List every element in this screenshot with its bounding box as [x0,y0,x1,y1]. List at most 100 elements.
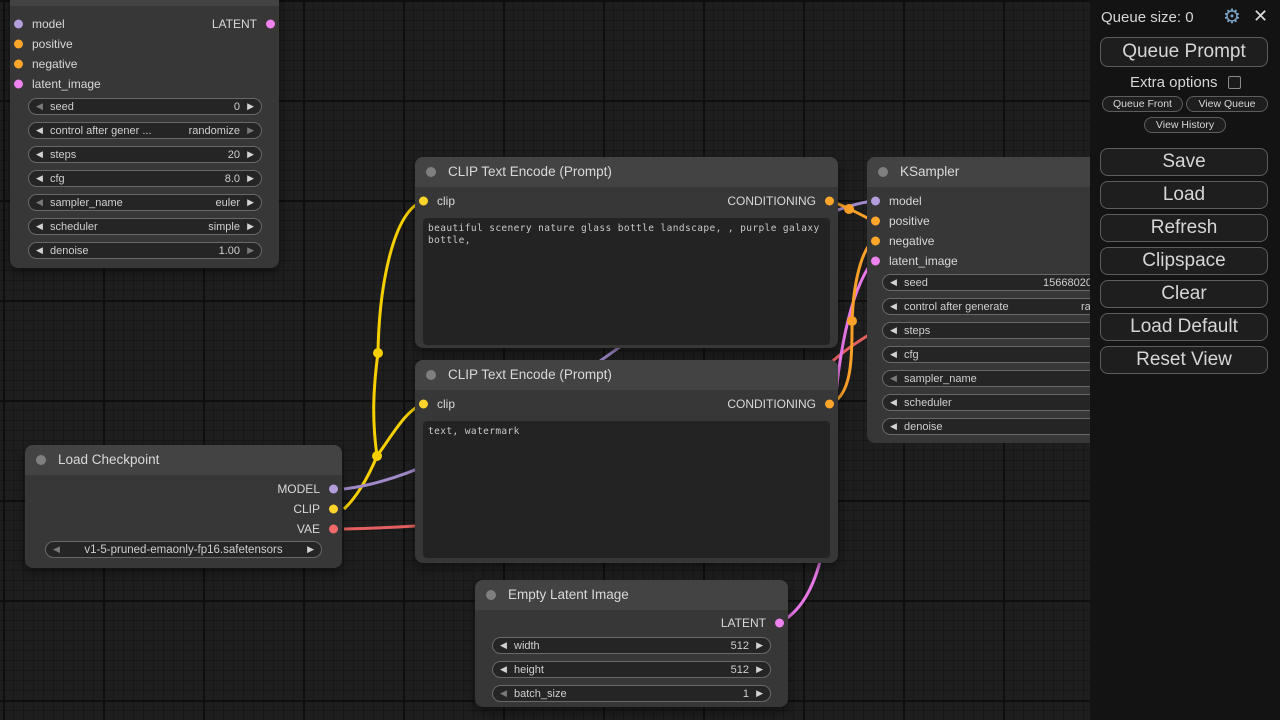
model-output-port[interactable] [329,485,338,494]
clip-output-port[interactable] [329,505,338,514]
scheduler-widget[interactable]: ◀schedulernormal▶ [882,394,1090,411]
decrement-arrow-icon[interactable]: ◀ [890,299,897,314]
node-title-bar[interactable]: CLIP Text Encode (Prompt) [415,360,838,390]
increment-arrow-icon[interactable]: ▶ [247,243,254,258]
positive-input-port[interactable] [871,217,880,226]
widget-label: height [514,662,544,678]
decrement-arrow-icon[interactable]: ◀ [36,219,43,234]
reset-view-button[interactable]: Reset View [1100,346,1268,374]
collapse-dot-icon[interactable] [486,590,496,600]
view-queue-button[interactable]: View Queue [1186,96,1268,112]
combo-widget[interactable]: ◀v1-5-pruned-emaonly-fp16.safetensors▶ [45,541,322,558]
output-label: CLIP [293,499,320,519]
node-title-bar[interactable]: KSampler [10,0,279,6]
graph-canvas[interactable]: KSamplermodelLATENTpositivenegativelaten… [0,0,1280,720]
clip-input-port[interactable] [419,197,428,206]
collapse-dot-icon[interactable] [426,370,436,380]
view-history-button[interactable]: View History [1144,117,1226,133]
collapse-dot-icon[interactable] [36,455,46,465]
width-widget[interactable]: ◀width512▶ [492,637,771,654]
decrement-arrow-icon[interactable]: ◀ [36,123,43,138]
cfg-widget[interactable]: ◀cfg8.0▶ [28,170,262,187]
increment-arrow-icon[interactable]: ▶ [247,219,254,234]
prompt-text-area[interactable]: text, watermark [423,421,830,558]
decrement-arrow-icon[interactable]: ◀ [36,147,43,162]
queue-prompt-button[interactable]: Queue Prompt [1100,37,1268,67]
height-widget[interactable]: ◀height512▶ [492,661,771,678]
model-input-port[interactable] [14,20,23,29]
negative-input-port[interactable] [14,60,23,69]
decrement-arrow-icon[interactable]: ◀ [890,275,897,290]
increment-arrow-icon[interactable]: ▶ [756,638,763,653]
increment-arrow-icon[interactable]: ▶ [247,147,254,162]
cfg-widget[interactable]: ◀cfg▶ [882,346,1090,363]
model-input-port[interactable] [871,197,880,206]
widget-value: 1.00 [219,243,240,259]
extra-options-checkbox[interactable] [1228,76,1241,89]
seed-widget[interactable]: ◀seed0▶ [28,98,262,115]
control-after-generate-widget[interactable]: ◀control after generaterandomize▶ [882,298,1090,315]
decrement-arrow-icon[interactable]: ◀ [890,419,897,434]
decrement-arrow-icon[interactable]: ◀ [890,323,897,338]
node-title-bar[interactable]: Load Checkpoint [25,445,342,475]
steps-widget[interactable]: ◀steps20▶ [28,146,262,163]
node-ksampler-right: KSamplermodelpositivenegativelatent_imag… [867,157,1090,443]
decrement-arrow-icon[interactable]: ◀ [36,99,43,114]
collapse-dot-icon[interactable] [426,167,436,177]
queue-front-button[interactable]: Queue Front [1102,96,1183,112]
positive-input-port[interactable] [14,40,23,49]
latent_image-input-port[interactable] [871,257,880,266]
load-default-button[interactable]: Load Default [1100,313,1268,341]
scheduler-widget[interactable]: ◀schedulersimple▶ [28,218,262,235]
load-button[interactable]: Load [1100,181,1268,209]
node-title-bar[interactable]: KSampler [867,157,1090,187]
negative-input-port[interactable] [871,237,880,246]
node-title-bar[interactable]: CLIP Text Encode (Prompt) [415,157,838,187]
save-button[interactable]: Save [1100,148,1268,176]
increment-arrow-icon[interactable]: ▶ [247,195,254,210]
batch-size-widget[interactable]: ◀batch_size1▶ [492,685,771,702]
widget-value: randomize [189,123,240,139]
close-icon[interactable]: ✕ [1253,6,1268,27]
collapse-dot-icon[interactable] [878,167,888,177]
decrement-arrow-icon[interactable]: ◀ [500,686,507,701]
clipspace-button[interactable]: Clipspace [1100,247,1268,275]
control-after-gener-widget[interactable]: ◀control after gener ...randomize▶ [28,122,262,139]
latent-output-port[interactable] [266,20,275,29]
decrement-arrow-icon[interactable]: ◀ [36,195,43,210]
decrement-arrow-icon[interactable]: ◀ [890,395,897,410]
decrement-arrow-icon[interactable]: ◀ [36,171,43,186]
settings-gear-icon[interactable]: ⚙ [1223,5,1241,29]
increment-arrow-icon[interactable]: ▶ [247,123,254,138]
node-title-bar[interactable]: Empty Latent Image [475,580,788,610]
conditioning-output-port[interactable] [825,197,834,206]
refresh-button[interactable]: Refresh [1100,214,1268,242]
decrement-arrow-icon[interactable]: ◀ [890,347,897,362]
seed-widget[interactable]: ◀seed1566802087▶ [882,274,1090,291]
sampler-name-widget[interactable]: ◀sampler_nameeuler▶ [28,194,262,211]
widget-value: 1566802087 [1043,275,1090,291]
latent-output-port[interactable] [775,619,784,628]
increment-arrow-icon[interactable]: ▶ [247,99,254,114]
decrement-arrow-icon[interactable]: ◀ [500,638,507,653]
increment-arrow-icon[interactable]: ▶ [756,686,763,701]
decrement-arrow-icon[interactable]: ◀ [53,542,60,557]
clear-button[interactable]: Clear [1100,280,1268,308]
prompt-text-area[interactable]: beautiful scenery nature glass bottle la… [423,218,830,345]
clip-input-port[interactable] [419,400,428,409]
decrement-arrow-icon[interactable]: ◀ [500,662,507,677]
increment-arrow-icon[interactable]: ▶ [247,171,254,186]
vae-output-port[interactable] [329,525,338,534]
decrement-arrow-icon[interactable]: ◀ [36,243,43,258]
latent_image-input-port[interactable] [14,80,23,89]
increment-arrow-icon[interactable]: ▶ [307,542,314,557]
denoise-widget[interactable]: ◀denoise1.00▶ [28,242,262,259]
denoise-widget[interactable]: ◀denoise▶ [882,418,1090,435]
conditioning-output-port[interactable] [825,400,834,409]
widget-label: scheduler [50,219,98,235]
sampler-name-widget[interactable]: ◀sampler_name▶ [882,370,1090,387]
io-row: modelLATENT [10,14,279,34]
decrement-arrow-icon[interactable]: ◀ [890,371,897,386]
steps-widget[interactable]: ◀steps▶ [882,322,1090,339]
increment-arrow-icon[interactable]: ▶ [756,662,763,677]
